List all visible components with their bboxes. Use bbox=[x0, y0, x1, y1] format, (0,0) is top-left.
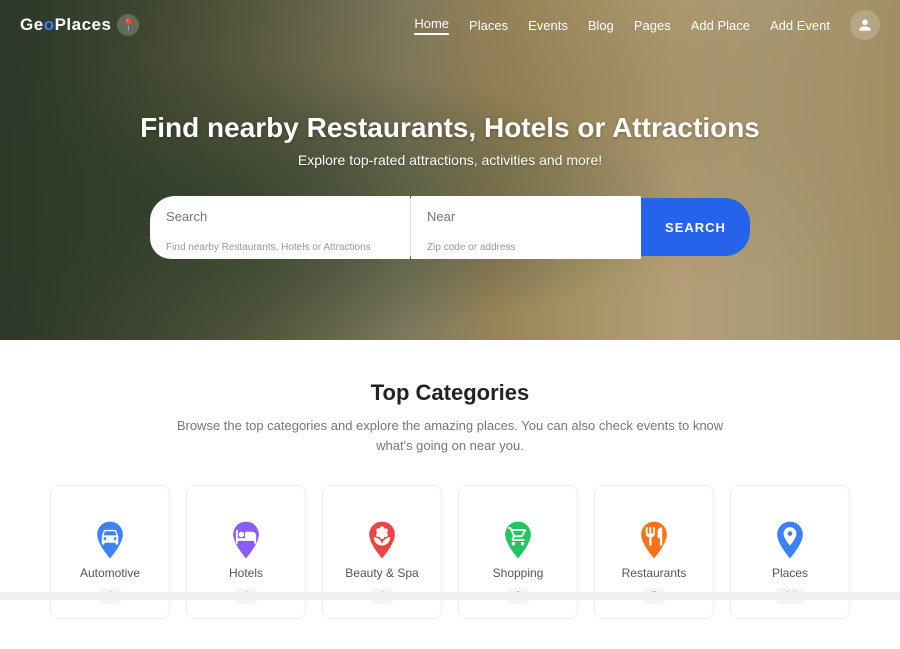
header: GeoPlaces 📍 Home Places Events Blog Page… bbox=[0, 0, 900, 50]
category-name: Places bbox=[772, 566, 808, 580]
logo[interactable]: GeoPlaces 📍 bbox=[20, 14, 139, 36]
user-icon[interactable] bbox=[850, 10, 880, 40]
hero-title: Find nearby Restaurants, Hotels or Attra… bbox=[140, 112, 760, 144]
hero-subtitle: Explore top-rated attractions, activitie… bbox=[298, 152, 602, 168]
near-input-wrapper: Zip code or address bbox=[411, 196, 641, 259]
category-icon-hotel bbox=[224, 506, 268, 558]
search-input-wrapper: Find nearby Restaurants, Hotels or Attra… bbox=[150, 196, 410, 259]
categories-description: Browse the top categories and explore th… bbox=[20, 416, 880, 455]
logo-pin-icon: 📍 bbox=[117, 14, 139, 36]
nav-item-home[interactable]: Home bbox=[414, 16, 449, 35]
search-input[interactable] bbox=[150, 196, 410, 238]
category-name: Automotive bbox=[80, 566, 140, 580]
category-name: Restaurants bbox=[622, 566, 687, 580]
nav-item-pages[interactable]: Pages bbox=[634, 18, 671, 33]
categories-title: Top Categories bbox=[20, 380, 880, 406]
category-icon-place bbox=[768, 506, 812, 558]
nav-item-events[interactable]: Events bbox=[528, 18, 568, 33]
hero-content: Find nearby Restaurants, Hotels or Attra… bbox=[0, 0, 900, 340]
category-name: Shopping bbox=[493, 566, 544, 580]
near-input[interactable] bbox=[411, 196, 641, 238]
hero-section: Find nearby Restaurants, Hotels or Attra… bbox=[0, 0, 900, 340]
footer-line bbox=[0, 592, 900, 600]
category-name: Hotels bbox=[229, 566, 263, 580]
nav-item-places[interactable]: Places bbox=[469, 18, 508, 33]
category-icon-restaurant bbox=[632, 506, 676, 558]
category-icon-car bbox=[88, 506, 132, 558]
category-name: Beauty & Spa bbox=[345, 566, 418, 580]
near-hint: Zip code or address bbox=[411, 238, 641, 259]
nav-item-add-place[interactable]: Add Place bbox=[691, 18, 750, 33]
logo-text: GeoPlaces bbox=[20, 15, 111, 35]
search-hint: Find nearby Restaurants, Hotels or Attra… bbox=[150, 238, 410, 259]
nav-item-blog[interactable]: Blog bbox=[588, 18, 614, 33]
nav-item-add-event[interactable]: Add Event bbox=[770, 18, 830, 33]
search-button[interactable]: SEARCH bbox=[641, 198, 750, 256]
main-nav: Home Places Events Blog Pages Add Place … bbox=[414, 10, 880, 40]
category-icon-shopping bbox=[496, 506, 540, 558]
search-bar: Find nearby Restaurants, Hotels or Attra… bbox=[150, 196, 750, 259]
category-icon-spa bbox=[360, 506, 404, 558]
categories-section: Top Categories Browse the top categories… bbox=[0, 340, 900, 649]
